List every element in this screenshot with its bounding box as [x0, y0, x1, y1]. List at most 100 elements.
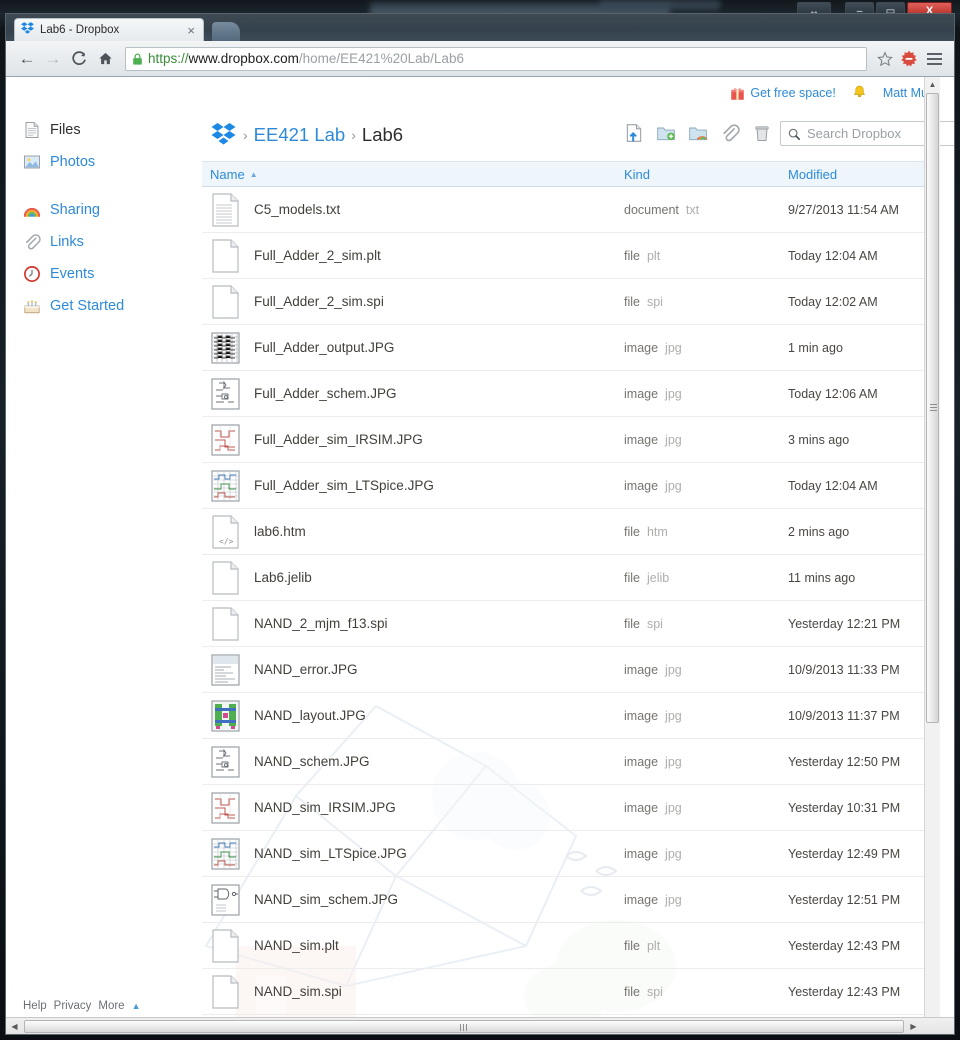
file-name-cell[interactable]: Lab6.jelib: [210, 560, 624, 595]
waveform-grid-thumb: [210, 331, 241, 365]
reload-button[interactable]: [66, 46, 92, 72]
bookmark-star-button[interactable]: [874, 51, 896, 67]
chrome-menu-button[interactable]: [922, 52, 946, 65]
scroll-right-arrow-icon[interactable]: ▶: [905, 1018, 922, 1034]
privacy-link[interactable]: Privacy: [54, 1000, 92, 1012]
file-name-cell[interactable]: NAND_sim_IRSIM.JPG: [210, 791, 624, 825]
file-name-cell[interactable]: </> lab6.htm: [210, 514, 624, 549]
dropbox-logo[interactable]: [210, 121, 237, 150]
table-row[interactable]: NAND_sim_IRSIM.JPG image jpg Yesterday 10:3…: [202, 785, 940, 831]
file-name-cell[interactable]: NAND_sim.plt: [210, 928, 624, 963]
column-header-name[interactable]: Name ▲: [210, 167, 624, 182]
file-name-label: Full_Adder_schem.JPG: [254, 386, 397, 401]
table-row[interactable]: NAND_sim.plt file plt Yesterday 12:43 PM: [202, 923, 940, 969]
forward-button[interactable]: →: [40, 46, 66, 72]
table-row[interactable]: Full_Adder_schem.JPG image jpg Today 12:06 …: [202, 371, 940, 417]
column-header-modified[interactable]: Modified: [788, 167, 940, 182]
sidebar-item-get-started[interactable]: Get Started: [6, 290, 202, 322]
upload-file-icon[interactable]: [624, 123, 644, 143]
help-link[interactable]: Help: [23, 1000, 47, 1012]
table-row[interactable]: Full_Adder_sim_IRSIM.JPG image jpg 3 mins a…: [202, 417, 940, 463]
table-row[interactable]: Full_Adder_output.JPG image jpg 1 min ago: [202, 325, 940, 371]
new-folder-icon[interactable]: [656, 123, 676, 143]
table-row[interactable]: NAND_schem.JPG image jpg Yesterday 12:50 PM: [202, 739, 940, 785]
file-name-cell[interactable]: Full_Adder_2_sim.spi: [210, 284, 624, 319]
table-row[interactable]: NAND_2_mjm_f13.spi file spi Yesterday 12:21…: [202, 601, 940, 647]
new-tab-button[interactable]: [212, 22, 240, 41]
table-row[interactable]: Full_Adder_2_sim.spi file spi Today 12:02 A…: [202, 279, 940, 325]
horizontal-scrollbar-thumb[interactable]: [24, 1019, 904, 1033]
delete-icon[interactable]: [752, 123, 772, 143]
table-row[interactable]: NAND_sim.spi file spi Yesterday 12:43 PM: [202, 969, 940, 1015]
tab-close-icon[interactable]: ×: [185, 24, 197, 37]
file-modified-label: Today 12:02 AM: [788, 294, 878, 309]
get-free-space-link[interactable]: Get free space!: [730, 86, 836, 101]
file-name-cell[interactable]: NAND_sim.spi: [210, 974, 624, 1009]
home-button[interactable]: [92, 46, 118, 72]
sidebar-item-sharing[interactable]: Sharing: [6, 194, 202, 226]
address-bar[interactable]: https://www.dropbox.com/home/EE421%20Lab…: [125, 46, 867, 71]
file-kind-cell: file spi: [624, 295, 788, 309]
file-kind-label: image: [624, 432, 659, 447]
table-row[interactable]: C5_models.txt document txt 9/27/2013 11:54 …: [202, 187, 940, 233]
share-link-icon[interactable]: [720, 123, 740, 143]
hamburger-line-3: [926, 62, 942, 65]
table-row[interactable]: </> lab6.htm file htm 2 mins ago: [202, 509, 940, 555]
file-name-cell[interactable]: NAND_2_mjm_f13.spi: [210, 606, 624, 641]
file-kind-cell: image jpg: [624, 479, 788, 493]
table-row[interactable]: NAND_error.JPG image jpg 10/9/2013 11:33 PM: [202, 647, 940, 693]
horizontal-scrollbar[interactable]: ◀ ▶: [6, 1017, 954, 1034]
file-kind-cell: image jpg: [624, 433, 788, 447]
file-list: C5_models.txt document txt 9/27/2013 11:54 …: [202, 187, 940, 1015]
table-row[interactable]: Lab6.jelib file jelib 11 mins ago: [202, 555, 940, 601]
search-placeholder: Search Dropbox: [807, 126, 901, 141]
back-button[interactable]: ←: [14, 46, 40, 72]
scroll-left-arrow-icon[interactable]: ◀: [6, 1018, 23, 1034]
file-modified-label: Today 12:06 AM: [788, 386, 878, 401]
file-name-cell[interactable]: NAND_error.JPG: [210, 653, 624, 687]
table-row[interactable]: Full_Adder_sim_LTSpice.JPG image jpg Today …: [202, 463, 940, 509]
file-name-cell[interactable]: NAND_layout.JPG: [210, 699, 624, 733]
file-name-cell[interactable]: NAND_sim_LTSpice.JPG: [210, 837, 624, 871]
scroll-up-arrow-icon[interactable]: ▲: [925, 77, 940, 92]
file-name-cell[interactable]: NAND_sim_schem.JPG: [210, 883, 624, 917]
schematic-thumb: [210, 745, 241, 779]
sidebar-item-events[interactable]: Events: [6, 258, 202, 290]
column-header-kind[interactable]: Kind: [624, 167, 788, 182]
file-name-cell[interactable]: Full_Adder_sim_LTSpice.JPG: [210, 469, 624, 503]
main-content: › EE421 Lab › Lab6 Search Dropbox Name ▲…: [202, 109, 954, 1034]
adblock-extension-button[interactable]: [896, 50, 922, 68]
file-name-cell[interactable]: Full_Adder_schem.JPG: [210, 377, 624, 411]
file-name-cell[interactable]: Full_Adder_output.JPG: [210, 331, 624, 365]
file-name-cell[interactable]: Full_Adder_2_sim.plt: [210, 238, 624, 273]
file-modified-cell: Yesterday 12:43 PM: [788, 937, 940, 955]
file-extension-label: jpg: [665, 708, 682, 723]
sidebar-item-files[interactable]: Files: [6, 114, 202, 146]
sort-ascending-icon: ▲: [249, 169, 258, 179]
tab-title: Lab6 - Dropbox: [40, 24, 120, 36]
file-kind-label: image: [624, 800, 659, 815]
table-row[interactable]: Full_Adder_2_sim.plt file plt Today 12:04 A…: [202, 233, 940, 279]
file-kind-cell: file htm: [624, 525, 788, 539]
sidebar-item-photos[interactable]: Photos: [6, 146, 202, 178]
notifications-bell-button[interactable]: [852, 84, 867, 103]
account-menu-link[interactable]: Matt Mu: [883, 86, 928, 100]
file-extension-label: txt: [685, 202, 700, 217]
file-name-cell[interactable]: C5_models.txt: [210, 192, 624, 227]
file-name-label: NAND_sim_schem.JPG: [254, 892, 399, 907]
vertical-scrollbar-thumb[interactable]: [926, 93, 939, 723]
table-row[interactable]: NAND_sim_schem.JPG image jpg Yesterday 12:5…: [202, 877, 940, 923]
table-row[interactable]: NAND_sim_LTSpice.JPG image jpg Yesterday 12…: [202, 831, 940, 877]
sidebar-item-links[interactable]: Links: [6, 226, 202, 258]
file-kind-label: image: [624, 340, 659, 355]
breadcrumb-parent-link[interactable]: EE421 Lab: [254, 124, 346, 146]
more-link[interactable]: More: [98, 1000, 124, 1012]
new-shared-folder-icon[interactable]: [688, 123, 708, 143]
file-name-cell[interactable]: Full_Adder_sim_IRSIM.JPG: [210, 423, 624, 457]
file-name-cell[interactable]: NAND_schem.JPG: [210, 745, 624, 779]
tab-lab6-dropbox[interactable]: Lab6 - Dropbox ×: [14, 18, 204, 41]
page-vertical-scrollbar[interactable]: ▲: [924, 77, 940, 1034]
table-row[interactable]: NAND_layout.JPG image jpg 10/9/2013 11:37 P…: [202, 693, 940, 739]
file-name-label: Full_Adder_2_sim.spi: [254, 294, 384, 309]
more-caret-icon[interactable]: ▲: [132, 1001, 141, 1011]
